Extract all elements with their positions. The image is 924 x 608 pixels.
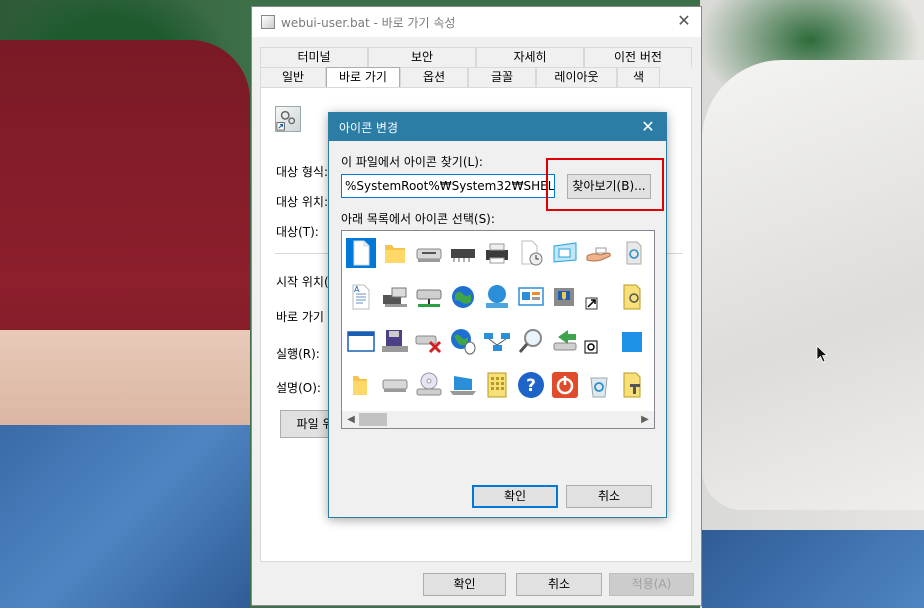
green-arrow-drive-icon[interactable] <box>550 326 580 356</box>
folder-small-icon[interactable] <box>346 370 376 400</box>
shortcut-arrow-icon[interactable] <box>584 282 614 312</box>
tab-general[interactable]: 일반 <box>260 67 326 87</box>
tab-strip: 터미널 보안 자세히 이전 버전 일반 바로 가기 옵션 글꼴 레이아웃 색 <box>260 47 692 87</box>
annotation-highlight-box <box>546 158 664 211</box>
wallpaper-figure-left-waist <box>0 330 250 440</box>
svg-text:?: ? <box>526 376 536 396</box>
horizontal-scrollbar[interactable]: ◀ ▶ <box>342 411 654 428</box>
power-icon[interactable] <box>550 370 580 400</box>
power-small-icon[interactable] <box>584 326 614 356</box>
look-for-label: 이 파일에서 아이콘 찾기(L): <box>341 155 483 169</box>
run-label: 실행(R): <box>276 347 320 361</box>
hand-share-icon[interactable] <box>584 238 614 268</box>
tab-details[interactable]: 자세히 <box>476 47 584 67</box>
tab-font[interactable]: 글꼴 <box>468 67 536 87</box>
file-grid-icon[interactable] <box>482 370 512 400</box>
icon-path-input[interactable]: %SystemRoot%₩System32₩SHELL32.dll <box>341 174 555 198</box>
close-icon[interactable]: ✕ <box>675 12 693 30</box>
ok-button[interactable]: 확인 <box>423 573 506 596</box>
icon-list[interactable]: A ? ◀ ▶ <box>341 230 655 429</box>
recycle-file-icon[interactable] <box>618 238 648 268</box>
target-label: 대상(T): <box>276 225 319 239</box>
change-icon-title: 아이콘 변경 <box>339 120 399 135</box>
globe-mouse-icon[interactable] <box>448 326 478 356</box>
folder-icon[interactable] <box>380 238 410 268</box>
icon-grid: A ? <box>344 233 654 411</box>
floppy-drive-icon[interactable] <box>414 238 444 268</box>
wallpaper-figure-right <box>702 60 924 510</box>
settings-file-icon[interactable] <box>618 370 648 400</box>
control-panel-icon[interactable] <box>516 282 546 312</box>
network-globe-icon[interactable] <box>482 282 512 312</box>
apply-button[interactable]: 적용(A) <box>609 573 694 596</box>
tab-terminal[interactable]: 터미널 <box>260 47 368 67</box>
shortcut-settings-icon <box>275 106 301 132</box>
tab-shortcut[interactable]: 바로 가기 <box>326 67 400 87</box>
select-icon-label: 아래 목록에서 아이콘 선택(S): <box>341 212 495 226</box>
svg-text:A: A <box>354 285 360 294</box>
computer-network-icon[interactable] <box>380 282 410 312</box>
scroll-left-icon[interactable]: ◀ <box>344 411 358 428</box>
hard-drive-icon[interactable] <box>380 370 410 400</box>
blank-document-icon[interactable] <box>346 238 376 268</box>
text-document-icon[interactable]: A <box>346 282 376 312</box>
scroll-right-icon[interactable]: ▶ <box>638 411 652 428</box>
window-icon[interactable] <box>346 326 376 356</box>
cd-drive-icon[interactable] <box>414 370 444 400</box>
batch-file-icon <box>261 15 275 29</box>
dialog-cancel-button[interactable]: 취소 <box>566 485 652 508</box>
display-window-icon[interactable] <box>550 238 580 268</box>
tab-row-2: 일반 바로 가기 옵션 글꼴 레이아웃 색 <box>260 67 692 87</box>
laptop-icon[interactable] <box>448 370 478 400</box>
start-in-label: 시작 위치( <box>276 275 329 289</box>
wallpaper-figure-right-jeans <box>702 530 924 608</box>
shortcut-key-label: 바로 가기 <box>276 310 324 324</box>
disconnected-drive-icon[interactable] <box>414 326 444 356</box>
mouse-cursor-icon <box>816 345 828 363</box>
comment-label: 설명(O): <box>276 381 321 395</box>
scroll-thumb[interactable] <box>359 413 387 426</box>
tab-colors[interactable]: 색 <box>617 67 660 87</box>
memory-chip-icon[interactable] <box>448 238 478 268</box>
tab-layout[interactable]: 레이아웃 <box>536 67 617 87</box>
dialog-ok-button[interactable]: 확인 <box>472 485 558 508</box>
floppy-disk-icon[interactable] <box>380 326 410 356</box>
printer-icon[interactable] <box>482 238 512 268</box>
tab-row-1: 터미널 보안 자세히 이전 버전 <box>260 47 692 67</box>
target-location-label: 대상 위치: <box>276 195 329 209</box>
help-icon[interactable]: ? <box>516 370 546 400</box>
properties-title: webui-user.bat - 바로 가기 속성 <box>281 15 456 30</box>
network-drive-icon[interactable] <box>414 282 444 312</box>
close-icon[interactable]: ✕ <box>639 117 657 137</box>
batch-file-icon[interactable] <box>618 282 648 312</box>
tab-previous-versions[interactable]: 이전 버전 <box>584 47 692 67</box>
document-clock-icon[interactable] <box>516 238 546 268</box>
target-type-label: 대상 형식: <box>276 165 329 179</box>
tab-options[interactable]: 옵션 <box>400 67 468 87</box>
tab-security[interactable]: 보안 <box>368 47 476 67</box>
globe-icon[interactable] <box>448 282 478 312</box>
change-icon-titlebar: 아이콘 변경 <box>329 113 666 141</box>
blue-square-icon[interactable] <box>618 326 648 356</box>
magnifier-icon[interactable] <box>516 326 546 356</box>
properties-titlebar: webui-user.bat - 바로 가기 속성 <box>252 7 701 37</box>
shield-shortcut-icon[interactable] <box>550 282 580 312</box>
cancel-button[interactable]: 취소 <box>516 573 602 596</box>
recycle-bin-icon[interactable] <box>584 370 614 400</box>
network-nodes-icon[interactable] <box>482 326 512 356</box>
wallpaper-figure-left-jeans <box>0 425 250 608</box>
